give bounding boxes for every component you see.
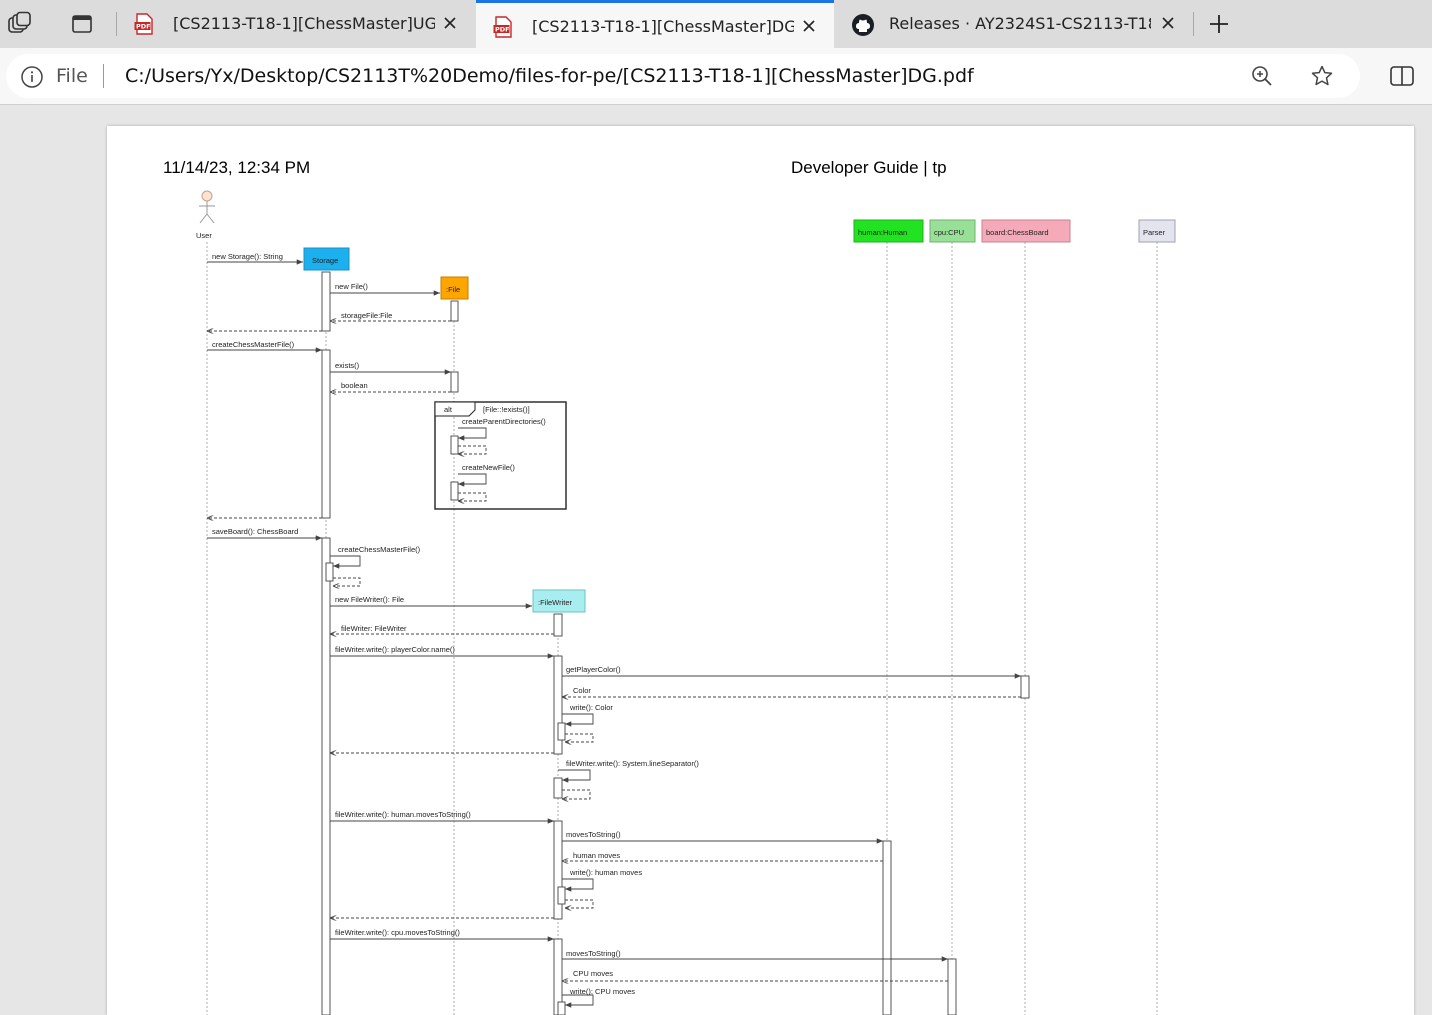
message-label: storageFile:File bbox=[341, 311, 392, 320]
message-label: createChessMasterFile() bbox=[212, 340, 295, 349]
self-message-arrow bbox=[458, 427, 487, 441]
message-label: human moves bbox=[573, 851, 620, 860]
tab-label: Releases · AY2324S1-CS2113-T18-1/tp bbox=[889, 14, 1151, 33]
participant-parser-label: Parser bbox=[1143, 228, 1166, 237]
message-label: write(): Color bbox=[569, 703, 613, 712]
participant-storage-label: Storage bbox=[312, 256, 338, 265]
message-label: fileWriter.write(): human.movesToString(… bbox=[335, 810, 471, 819]
url-separator bbox=[103, 64, 104, 88]
activation-bar bbox=[553, 613, 563, 637]
message-label: fileWriter: FileWriter bbox=[341, 624, 407, 633]
pdf-icon: PDF bbox=[133, 13, 155, 39]
self-message-arrow bbox=[330, 555, 361, 569]
message-label: fileWriter.write(): System.lineSeparator… bbox=[566, 759, 699, 768]
self-message-arrow bbox=[562, 878, 594, 892]
message-label: fileWriter.write(): cpu.movesToString() bbox=[335, 928, 460, 937]
alt-label: alt bbox=[444, 405, 453, 414]
activation-bar bbox=[1020, 675, 1030, 699]
svg-text:PDF: PDF bbox=[136, 23, 151, 31]
message-label: boolean bbox=[341, 381, 368, 390]
message-label: exists() bbox=[335, 361, 360, 370]
message-label: Color bbox=[573, 686, 591, 695]
close-tab-icon[interactable] bbox=[1157, 12, 1179, 34]
activation-bar bbox=[557, 886, 566, 905]
url-text[interactable]: C:/Users/Yx/Desktop/CS2113T%20Demo/files… bbox=[125, 65, 974, 87]
message-label: write(): human moves bbox=[569, 868, 642, 877]
user-actor: User bbox=[196, 190, 215, 240]
self-return-arrow bbox=[565, 733, 594, 742]
message-label: createChessMasterFile() bbox=[338, 545, 421, 554]
participant-file-label: :File bbox=[446, 285, 460, 294]
participant-human-label: human:Human bbox=[858, 228, 907, 237]
message-label: createParentDirectories() bbox=[462, 417, 546, 426]
message-label: new File() bbox=[335, 282, 368, 291]
self-return-arrow bbox=[333, 577, 361, 586]
activation-bar bbox=[557, 1001, 566, 1015]
tab-label: [CS2113-T18-1][ChessMaster]DG.pdf bbox=[532, 17, 794, 36]
self-message-arrow bbox=[562, 994, 594, 1008]
activation-bar bbox=[321, 349, 331, 519]
activation-bar bbox=[450, 371, 459, 393]
tab-actions-icon[interactable] bbox=[67, 9, 97, 39]
activation-bar bbox=[325, 562, 334, 582]
message-label: new FileWriter(): File bbox=[335, 595, 404, 604]
activation-bar bbox=[947, 958, 957, 1015]
activation-bar bbox=[321, 537, 331, 1015]
activation-bar bbox=[321, 271, 331, 332]
activation-bar bbox=[882, 840, 892, 1015]
svg-text:PDF: PDF bbox=[495, 26, 510, 34]
tab-releases-github[interactable]: Releases · AY2324S1-CS2113-T18-1/tp bbox=[835, 0, 1193, 48]
participant-board-label: board:ChessBoard bbox=[986, 228, 1049, 237]
sequence-diagram: User Storage :File :FileWriter human:Hum… bbox=[196, 190, 1176, 1015]
self-return-arrow bbox=[562, 789, 591, 799]
workspaces-icon[interactable] bbox=[4, 9, 34, 39]
alt-condition: [File::!exists()] bbox=[483, 405, 530, 414]
self-return-arrow bbox=[565, 899, 594, 908]
github-icon bbox=[851, 13, 875, 41]
favorite-star-icon[interactable] bbox=[1310, 64, 1334, 92]
split-screen-icon[interactable] bbox=[1388, 62, 1416, 94]
activation-bar bbox=[450, 481, 459, 501]
activation-bar bbox=[450, 300, 459, 322]
pdf-page: 11/14/23, 12:34 PM Developer Guide | tp … bbox=[107, 126, 1414, 1015]
url-field[interactable]: File C:/Users/Yx/Desktop/CS2113T%20Demo/… bbox=[6, 54, 1360, 98]
tab-dg-pdf[interactable]: PDF [CS2113-T18-1][ChessMaster]DG.pdf bbox=[476, 0, 834, 48]
message-label: CPU moves bbox=[573, 969, 613, 978]
message-label: saveBoard(): ChessBoard bbox=[212, 527, 298, 536]
close-tab-icon[interactable] bbox=[439, 12, 461, 34]
message-label: movesToString() bbox=[566, 949, 621, 958]
message-label: movesToString() bbox=[566, 830, 621, 839]
actor-label: User bbox=[196, 231, 212, 240]
pdf-icon: PDF bbox=[492, 16, 514, 42]
tab-ug-pdf[interactable]: PDF [CS2113-T18-1][ChessMaster]UG.pdf bbox=[117, 0, 475, 48]
message-label: getPlayerColor() bbox=[566, 665, 621, 674]
address-bar: File C:/Users/Yx/Desktop/CS2113T%20Demo/… bbox=[0, 48, 1432, 105]
participant-cpu-label: cpu:CPU bbox=[934, 228, 964, 237]
url-scheme-label: File bbox=[56, 65, 88, 87]
message-label: createNewFile() bbox=[462, 463, 515, 472]
message-label: write(): CPU moves bbox=[569, 987, 635, 996]
info-icon[interactable] bbox=[20, 65, 44, 93]
tab-separator bbox=[1193, 12, 1194, 36]
tab-label: [CS2113-T18-1][ChessMaster]UG.pdf bbox=[173, 14, 435, 33]
self-return-arrow bbox=[458, 445, 487, 454]
activation-bar bbox=[557, 722, 566, 741]
message-label: fileWriter.write(): playerColor.name() bbox=[335, 645, 455, 654]
activation-bar bbox=[450, 435, 459, 455]
close-tab-icon[interactable] bbox=[798, 15, 820, 37]
self-return-arrow bbox=[458, 492, 487, 501]
tab-strip: PDF [CS2113-T18-1][ChessMaster]UG.pdf PD… bbox=[0, 0, 1432, 48]
participant-filewriter-label: :FileWriter bbox=[538, 598, 573, 607]
self-message-arrow bbox=[458, 473, 487, 487]
zoom-icon[interactable] bbox=[1250, 64, 1274, 92]
message-label: new Storage(): String bbox=[212, 252, 283, 261]
new-tab-icon[interactable] bbox=[1204, 9, 1234, 39]
activation-bar bbox=[553, 777, 563, 799]
self-message-arrow bbox=[562, 713, 594, 727]
self-message-arrow bbox=[558, 769, 591, 783]
